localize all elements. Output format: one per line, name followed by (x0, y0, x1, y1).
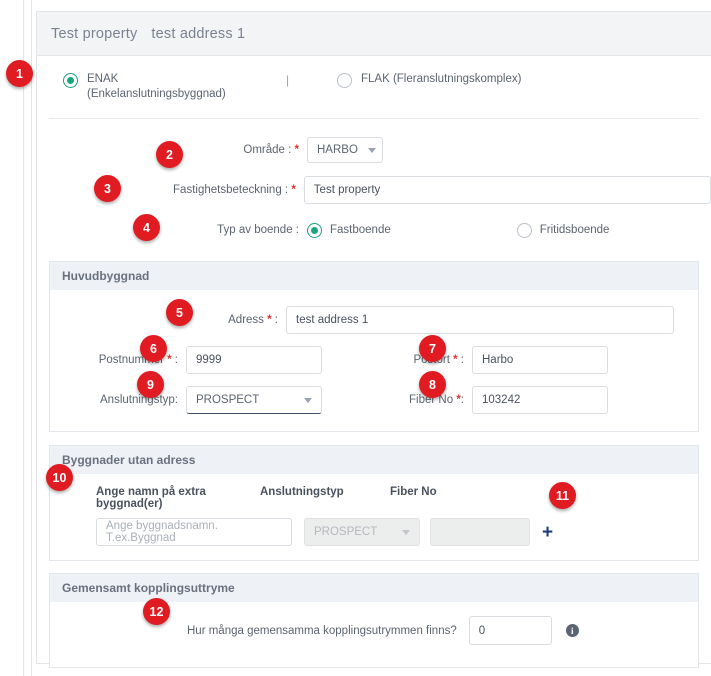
building-type-selector: ENAK (Enkelanslutningsbyggnad) | FLAK (F… (37, 56, 711, 118)
badge-7: 7 (419, 335, 446, 362)
adress-input-value: test address 1 (296, 314, 369, 326)
chevron-down-icon (367, 147, 376, 153)
badge-5: 5 (166, 299, 193, 326)
anslutningstyp-select[interactable]: PROSPECT (186, 386, 322, 414)
radio-enak-label: ENAK (Enkelanslutningsbyggnad) (87, 72, 226, 102)
fastighet-label: Fastighetsbeteckning : * (37, 184, 296, 196)
postort-required-asterisk: * (453, 354, 458, 366)
radio-option-flak[interactable]: FLAK (Fleranslutningskomplex) (337, 72, 521, 88)
badge-8: 8 (419, 371, 446, 398)
property-form-page: Test property test address 1 ENAK (Enkel… (0, 0, 711, 676)
panel-byggnader-body: Ange namn på extra byggnad(er) Anslutnin… (49, 474, 699, 561)
omrade-select-value: HARBO (317, 144, 358, 156)
badge-2: 2 (156, 141, 183, 168)
postort-input[interactable]: Harbo (472, 346, 608, 374)
fiber-label: Fiber No *: (409, 394, 464, 406)
radio-fastboende-label: Fastboende (330, 223, 391, 236)
anslutningstyp-label: Anslutningstyp: (100, 394, 178, 406)
byggnader-row: Ange byggnadsnamn. T.ex.Byggnad PROSPECT… (96, 518, 698, 546)
radio-enak-code: ENAK (87, 73, 119, 85)
postnummer-required-asterisk: * (167, 354, 172, 366)
gemensamt-count-input[interactable]: 0 (468, 616, 552, 645)
left-rail-inner (31, 0, 32, 676)
badge-9: 9 (137, 371, 164, 398)
col-header-anslutningstyp: Anslutningstyp (260, 486, 344, 498)
byggnad-anslutningstyp-select[interactable]: PROSPECT (304, 518, 420, 546)
col-header-fiber: Fiber No (390, 486, 437, 498)
fastighet-input[interactable]: Test property (303, 176, 711, 204)
gemensamt-count-value: 0 (478, 624, 486, 637)
page-title-address: test address 1 (151, 25, 246, 42)
badge-12: 12 (143, 598, 170, 625)
col-header-namn: Ange namn på extra byggnad(er) (96, 486, 206, 510)
row-adress: Adress * : test address 1 (50, 303, 698, 337)
chevron-down-icon (304, 397, 312, 403)
property-card: Test property test address 1 ENAK (Enkel… (36, 11, 711, 668)
fastighet-required-asterisk: * (291, 184, 296, 196)
gemensamt-question-label: Hur många gemensamma kopplingsutrymmen f… (187, 624, 457, 637)
panel-huvudbyggnad-header: Huvudbyggnad (49, 261, 699, 290)
type-separator: | (286, 73, 290, 87)
postnummer-input-value: 9999 (196, 354, 222, 366)
byggnad-fiber-input[interactable] (430, 518, 530, 546)
radio-option-enak[interactable]: ENAK (Enkelanslutningsbyggnad) (63, 72, 226, 102)
byggnad-namn-placeholder: Ange byggnadsnamn. T.ex.Byggnad (106, 520, 218, 544)
omrade-label-text: Område : (243, 144, 292, 156)
fiber-input-value: 103242 (482, 394, 521, 406)
add-building-button[interactable]: + (542, 523, 553, 542)
badge-10: 10 (46, 464, 73, 491)
badge-11: 11 (549, 482, 576, 509)
radio-enak-icon[interactable] (63, 73, 78, 88)
panel-byggnader-utan-adress: Byggnader utan adress Ange namn på extra… (49, 445, 699, 561)
byggnader-column-headers: Ange namn på extra byggnad(er) Anslutnin… (96, 486, 698, 510)
radio-fritidsboende-label: Fritidsboende (539, 223, 610, 236)
radio-enak-full: (Enkelanslutningsbyggnad) (87, 88, 226, 100)
radio-fritidsboende[interactable]: Fritidsboende (516, 222, 610, 238)
boende-label: Typ av boende : (217, 224, 299, 236)
radio-fritidsboende-icon[interactable] (516, 223, 532, 238)
badge-3: 3 (94, 175, 121, 202)
postnummer-input[interactable]: 9999 (186, 346, 322, 374)
adress-input[interactable]: test address 1 (286, 306, 674, 334)
postort-input-value: Harbo (482, 354, 514, 366)
panel-byggnader-title: Byggnader utan adress (62, 453, 196, 467)
card-header: Test property test address 1 (37, 12, 711, 56)
adress-label-text: Adress (228, 314, 264, 326)
panel-byggnader-header: Byggnader utan adress (49, 445, 699, 474)
omrade-required-asterisk: * (294, 144, 299, 156)
badge-6: 6 (140, 335, 167, 362)
radio-flak-label: FLAK (Fleranslutningskomplex) (361, 73, 522, 85)
row-fastighetsbeteckning: Fastighetsbeteckning : * Test property (37, 173, 711, 207)
adress-required-asterisk: * (267, 314, 272, 326)
radio-fastboende[interactable]: Fastboende (307, 222, 391, 238)
omrade-select[interactable]: HARBO (307, 137, 383, 163)
page-title-property: Test property (51, 25, 138, 42)
radio-fastboende-icon[interactable] (307, 223, 322, 238)
anslutningstyp-select-value: PROSPECT (196, 394, 260, 406)
row-omrade: Område : * HARBO (37, 133, 711, 167)
fastighet-label-text: Fastighetsbeteckning : (173, 184, 289, 196)
panel-huvudbyggnad-title: Huvudbyggnad (62, 269, 150, 283)
fastighet-input-value: Test property (313, 184, 381, 196)
adress-label: Adress * : (228, 314, 278, 326)
byggnad-namn-input[interactable]: Ange byggnadsnamn. T.ex.Byggnad (96, 518, 292, 546)
panel-gemensamt-title: Gemensamt kopplingsuttryme (62, 581, 235, 595)
byggnad-anslutningstyp-value: PROSPECT (314, 526, 378, 538)
panel-gemensamt-header: Gemensamt kopplingsuttryme (49, 573, 699, 602)
chevron-down-icon (402, 529, 410, 535)
radio-flak-icon[interactable] (337, 73, 352, 88)
info-icon[interactable]: i (565, 624, 579, 637)
badge-1: 1 (6, 60, 33, 87)
postort-label: Postort * : (356, 354, 464, 366)
badge-4: 4 (133, 214, 160, 241)
fiber-input[interactable]: 103242 (472, 386, 608, 414)
fiber-required-asterisk: * (456, 394, 461, 406)
left-rail-outer (23, 0, 24, 676)
panel-huvudbyggnad-body: Adress * : test address 1 Postnummer * :… (49, 290, 699, 432)
